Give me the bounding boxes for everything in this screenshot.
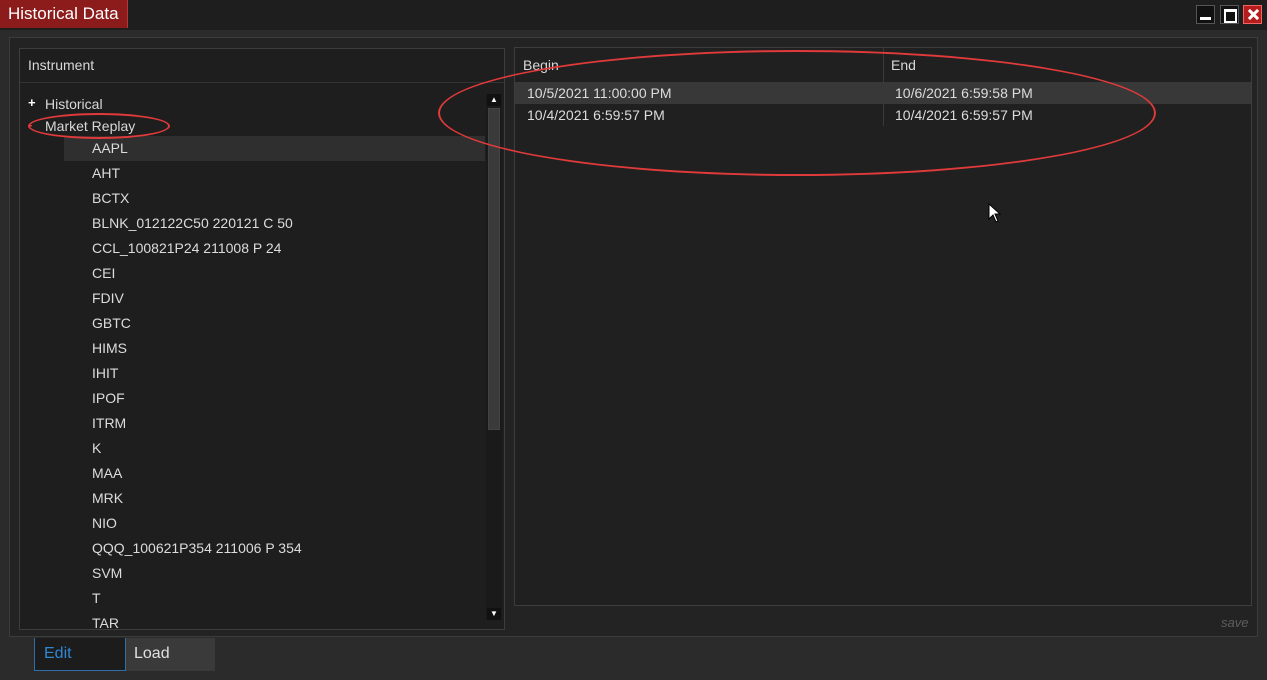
mouse-cursor-icon [988,203,1002,223]
collapse-icon[interactable]: - [28,117,32,132]
list-item[interactable]: CCL_100821P24 211008 P 24 [64,236,485,261]
tree-node-historical[interactable]: + Historical [28,95,103,112]
list-item[interactable]: IHIT [64,361,485,386]
list-item[interactable]: HIMS [64,336,485,361]
instrument-header: Instrument [20,49,504,83]
column-header-begin[interactable]: Begin [523,57,559,73]
expand-icon[interactable]: + [28,95,36,110]
list-item[interactable]: MRK [64,486,485,511]
cell-end: 10/6/2021 6:59:58 PM [895,85,1033,101]
scroll-thumb[interactable] [488,108,500,430]
table-row[interactable]: 10/4/2021 6:59:57 PM 10/4/2021 6:59:57 P… [515,104,1251,126]
list-item[interactable]: AAPL [64,136,485,161]
scroll-down-icon[interactable]: ▼ [487,608,501,620]
tab-load[interactable]: Load [126,638,215,671]
minimize-icon[interactable] [1196,5,1215,24]
tree-node-market-replay[interactable]: - Market Replay [28,117,136,134]
list-item[interactable]: TAR [64,611,485,629]
scroll-up-icon[interactable]: ▲ [487,94,501,106]
list-item[interactable]: T [64,586,485,611]
tree-node-label: Historical [45,96,103,112]
cell-begin: 10/5/2021 11:00:00 PM [527,85,672,101]
list-item[interactable]: SVM [64,561,485,586]
list-item[interactable]: GBTC [64,311,485,336]
maximize-icon[interactable] [1220,5,1239,24]
list-item[interactable]: AHT [64,161,485,186]
list-item[interactable]: MAA [64,461,485,486]
list-item[interactable]: ITRM [64,411,485,436]
list-item[interactable]: K [64,436,485,461]
list-item[interactable]: CEI [64,261,485,286]
column-header-end[interactable]: End [891,57,916,73]
scrollbar[interactable]: ▲ ▼ [486,94,502,620]
list-item[interactable]: QQQ_100621P354 211006 P 354 [64,536,485,561]
list-item[interactable]: IPOF [64,386,485,411]
title-bar: Historical Data [0,0,1267,30]
table-row[interactable]: 10/5/2021 11:00:00 PM 10/6/2021 6:59:58 … [515,82,1251,104]
instrument-panel: Instrument + Historical - Market Replay … [19,48,505,630]
window-title: Historical Data [0,0,128,28]
cell-end: 10/4/2021 6:59:57 PM [895,107,1033,123]
cell-begin: 10/4/2021 6:59:57 PM [527,107,665,123]
data-grid: Begin End 10/5/2021 11:00:00 PM 10/6/202… [514,47,1252,606]
tree-node-label: Market Replay [45,118,136,134]
list-item[interactable]: BLNK_012122C50 220121 C 50 [64,211,485,236]
list-item[interactable]: NIO [64,511,485,536]
save-link[interactable]: save [1221,615,1248,630]
tab-edit[interactable]: Edit [34,638,126,671]
close-icon[interactable] [1243,5,1262,24]
list-item[interactable]: FDIV [64,286,485,311]
list-item[interactable]: BCTX [64,186,485,211]
